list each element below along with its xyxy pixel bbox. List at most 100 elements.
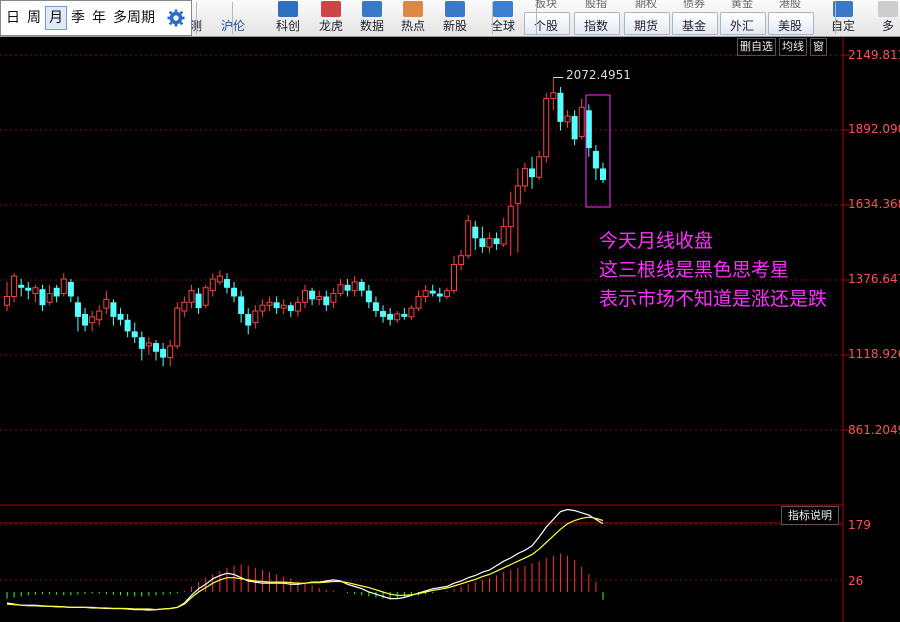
candle-body-40: [287, 305, 294, 312]
candle-body-6: [46, 293, 53, 303]
candle-body-72: [514, 185, 521, 204]
toolbar-top-0: 板块: [535, 0, 557, 8]
candle-body-4: [32, 287, 39, 295]
candle-body-58: [415, 295, 422, 309]
toolbar-icon-14: [833, 1, 853, 17]
toolbar-button-4[interactable]: 数据: [352, 19, 392, 34]
candle-body-47: [337, 284, 344, 295]
candle-body-45: [323, 296, 330, 306]
period-year[interactable]: 年: [89, 7, 109, 29]
period-multi[interactable]: 多周期: [110, 7, 158, 29]
candle-body-10: [74, 302, 81, 317]
gear-icon[interactable]: [167, 9, 185, 27]
candle-body-9: [67, 281, 74, 297]
candle-body-51: [365, 290, 372, 303]
candle-body-27: [195, 293, 202, 309]
candle-body-55: [394, 313, 401, 321]
candle-body-0: [4, 295, 10, 306]
candle-body-25: [181, 301, 188, 312]
candle-body-21: [153, 343, 159, 352]
candle-body-38: [273, 302, 280, 309]
candle-body-49: [351, 281, 358, 292]
candle-body-61: [436, 293, 443, 297]
toolbar-icon-2: [278, 1, 298, 17]
candle-body-26: [188, 290, 195, 303]
candle-body-79: [564, 115, 571, 123]
toolbar-top-3: 债券: [683, 0, 705, 8]
candle-body-34: [245, 313, 252, 326]
toolbar-top-5: 港股: [779, 0, 801, 8]
candle-body-19: [138, 337, 145, 349]
toolbar-button-10[interactable]: 期货: [626, 19, 666, 34]
toolbar-button-6[interactable]: 新股: [435, 19, 475, 34]
candle-body-14: [103, 298, 110, 309]
candle-body-5: [39, 289, 46, 306]
candle-body-70: [500, 226, 507, 245]
toolbar-separator-1: [232, 2, 233, 34]
indicator-help-button[interactable]: 指标说明: [781, 506, 839, 525]
toolbar-icon-7: [493, 1, 513, 17]
candle-body-62: [443, 290, 450, 297]
candle-body-54: [387, 313, 394, 320]
candle-body-32: [231, 287, 238, 297]
toolbar-button-11[interactable]: 基金: [674, 19, 714, 34]
macd-dea-line: [6, 516, 604, 611]
period-quarter[interactable]: 季: [68, 7, 88, 29]
candle-body-42: [302, 290, 308, 303]
toolbar-button-15[interactable]: 多: [868, 19, 900, 34]
candle-body-33: [238, 296, 245, 314]
candle-body-59: [422, 290, 429, 297]
toolbar-separator-2: [492, 2, 493, 34]
toolbar-button-2[interactable]: 科创: [268, 19, 308, 34]
toolbar-button-13[interactable]: 美股: [770, 19, 810, 34]
candle-body-18: [131, 331, 138, 338]
price-tick-4: 1376.647: [848, 272, 900, 286]
kline-chart[interactable]: [0, 37, 900, 622]
candle-body-81: [578, 106, 585, 137]
candle-body-11: [82, 313, 89, 326]
candle-body-36: [259, 304, 266, 312]
candle-body-67: [479, 238, 486, 248]
period-day[interactable]: 日: [3, 7, 23, 29]
candle-body-41: [294, 301, 301, 312]
toolbar-button-14[interactable]: 自定: [823, 19, 863, 34]
candle-body-2: [18, 284, 25, 288]
toolbar-button-8[interactable]: 个股: [526, 19, 566, 34]
candle-body-73: [521, 167, 528, 187]
toolbar-button-9[interactable]: 指数: [576, 19, 616, 34]
toolbar-button-3[interactable]: 龙虎: [311, 19, 351, 34]
candle-body-65: [465, 220, 472, 257]
period-week[interactable]: 周: [24, 7, 44, 29]
candle-body-60: [429, 290, 436, 294]
toolbar-top-4: 黄金: [731, 0, 753, 8]
toolbar-icon-5: [403, 1, 423, 17]
candle-body-71: [507, 205, 514, 228]
candle-body-24: [174, 307, 181, 347]
indicator-tick-1: 179: [848, 518, 871, 532]
toolbar-icon-4: [362, 1, 382, 17]
candle-body-28: [202, 287, 209, 306]
price-tick-3: 1634.368: [848, 197, 900, 211]
candle-body-76: [543, 98, 550, 158]
candle-body-39: [280, 304, 287, 309]
candle-body-1: [11, 275, 18, 297]
candle-body-52: [372, 302, 379, 312]
toolbar-separator-0: [196, 2, 197, 34]
price-tick-2: 1892.090: [848, 122, 900, 136]
toolbar-icon-6: [445, 1, 465, 17]
toolbar-button-12[interactable]: 外汇: [722, 19, 762, 34]
candle-body-31: [223, 279, 230, 288]
candle-body-23: [167, 345, 174, 359]
toolbar-button-5[interactable]: 热点: [393, 19, 433, 34]
toolbar-button-1[interactable]: 沪伦: [213, 19, 253, 34]
candle-body-66: [472, 226, 479, 239]
candle-body-29: [209, 278, 216, 292]
candle-body-50: [358, 281, 365, 291]
candle-body-64: [458, 255, 465, 265]
toolbar-button-7[interactable]: 全球: [483, 19, 523, 34]
candle-body-20: [145, 342, 152, 347]
candle-body-77: [550, 92, 557, 100]
period-month[interactable]: 月: [45, 6, 67, 30]
candle-body-43: [309, 290, 316, 300]
candle-body-3: [25, 287, 32, 291]
